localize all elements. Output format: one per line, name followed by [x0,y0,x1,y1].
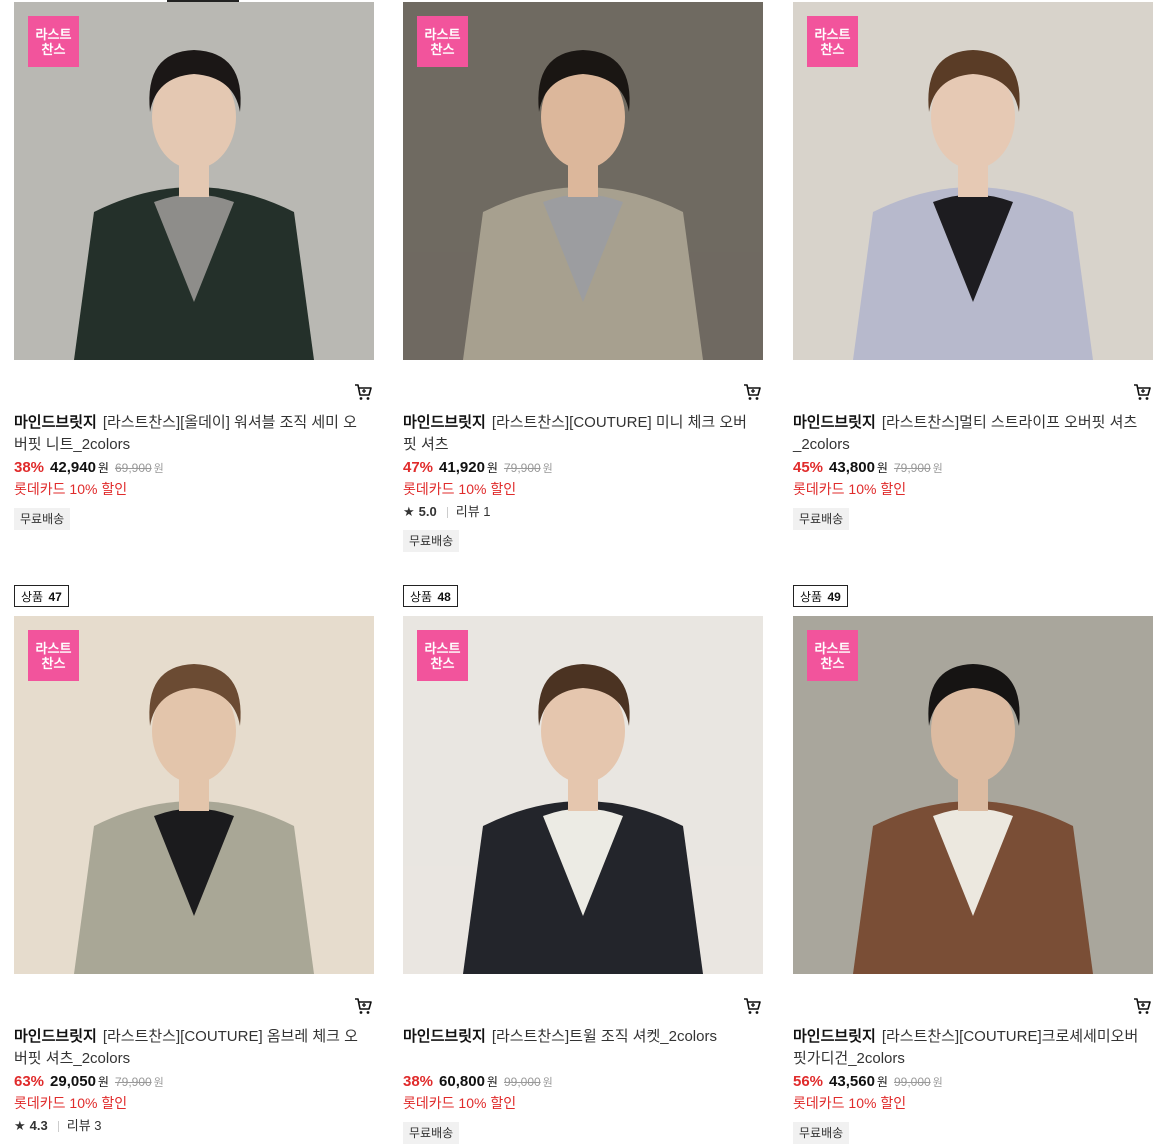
free-shipping-tag: 무료배송 [793,508,850,530]
last-chance-badge: 라스트 찬스 [417,16,468,67]
brand-name[interactable]: 마인드브릿지 [793,1028,876,1045]
star-icon: ★ [403,504,415,519]
rating-row: ★ 5.0 리뷰 1 [403,504,491,519]
review-count: 리뷰 3 [66,1118,102,1133]
card-discount-promo: 롯데카드 10% 할인 [403,1095,517,1111]
product-title[interactable]: 마인드브릿지 [라스트찬스][COUTURE] 미니 체크 오버핏 셔츠 [403,412,755,456]
cart-icon[interactable] [743,383,761,401]
sale-price: 43,800 [829,459,875,476]
discount-rate: 47% [403,459,434,476]
original-price: 69,900 [114,461,152,475]
cart-icon[interactable] [354,997,372,1015]
original-price: 79,900 [893,461,931,475]
price-row: 56% 43,560 원 99,000 원 [793,1073,943,1090]
brand-name[interactable]: 마인드브릿지 [403,1028,486,1045]
last-chance-badge: 라스트 찬스 [28,16,79,67]
price-row: 45% 43,800 원 79,900 원 [793,459,943,476]
sale-price: 60,800 [439,1073,485,1090]
price-row: 47% 41,920 원 79,900 원 [403,459,553,476]
discount-rate: 45% [793,459,824,476]
card-discount-promo: 롯데카드 10% 할인 [793,481,907,497]
product-image[interactable]: 라스트 찬스 [793,2,1153,360]
product-image[interactable]: 라스트 찬스 [403,616,763,974]
product-image[interactable]: 라스트 찬스 [403,2,763,360]
cart-icon[interactable] [743,997,761,1015]
discount-rate: 56% [793,1073,824,1090]
brand-name[interactable]: 마인드브릿지 [14,414,97,431]
product-name[interactable]: [라스트찬스]트윌 조직 셔켓_2colors [492,1028,717,1045]
last-chance-badge: 라스트 찬스 [807,16,858,67]
price-row: 38% 42,940 원 69,900 원 [14,459,164,476]
free-shipping-tag: 무료배송 [793,1122,850,1144]
original-price: 79,900 [114,1075,152,1089]
card-discount-promo: 롯데카드 10% 할인 [793,1095,907,1111]
discount-rate: 63% [14,1073,45,1090]
product-image[interactable]: 라스트 찬스 [14,2,374,360]
free-shipping-tag: 무료배송 [403,1122,460,1144]
discount-rate: 38% [403,1073,434,1090]
sale-price: 43,560 [829,1073,875,1090]
sale-price: 29,050 [50,1073,96,1090]
rating-row: ★ 4.3 리뷰 3 [14,1118,102,1133]
product-title[interactable]: 마인드브릿지 [라스트찬스][COUTURE] 옴브레 체크 오버핏 셔츠_2co… [14,1026,366,1070]
brand-name[interactable]: 마인드브릿지 [403,414,486,431]
product-title[interactable]: 마인드브릿지 [라스트찬스][올데이] 워셔블 조직 세미 오버핏 니트_2col… [14,412,366,456]
price-row: 63% 29,050 원 79,900 원 [14,1073,164,1090]
brand-name[interactable]: 마인드브릿지 [14,1028,97,1045]
original-price: 79,900 [503,461,541,475]
cart-icon[interactable] [1133,383,1151,401]
discount-rate: 38% [14,459,45,476]
review-count: 리뷰 1 [455,504,491,519]
product-title[interactable]: 마인드브릿지 [라스트찬스]멀티 스트라이프 오버핏 셔츠_2colors [793,412,1145,456]
product-image[interactable]: 라스트 찬스 [14,616,374,974]
sale-price: 41,920 [439,459,485,476]
product-title[interactable]: 마인드브릿지 [라스트찬스][COUTURE]크로셰세미오버핏가디건_2color… [793,1026,1145,1070]
card-discount-promo: 롯데카드 10% 할인 [403,481,517,497]
free-shipping-tag: 무료배송 [403,530,460,552]
original-price: 99,000 [503,1075,541,1089]
brand-name[interactable]: 마인드브릿지 [793,414,876,431]
free-shipping-tag: 무료배송 [14,508,71,530]
sale-price: 42,940 [50,459,96,476]
card-discount-promo: 롯데카드 10% 할인 [14,1095,128,1111]
original-price: 99,000 [893,1075,931,1089]
product-image[interactable]: 라스트 찬스 [793,616,1153,974]
rank-tag: 상품 48 [403,585,458,607]
star-icon: ★ [14,1118,26,1133]
rank-tag: 상품 47 [14,585,69,607]
cart-icon[interactable] [1133,997,1151,1015]
last-chance-badge: 라스트 찬스 [28,630,79,681]
rank-tag: 상품 49 [793,585,848,607]
card-discount-promo: 롯데카드 10% 할인 [14,481,128,497]
price-row: 38% 60,800 원 99,000 원 [403,1073,553,1090]
product-title[interactable]: 마인드브릿지 [라스트찬스]트윌 조직 셔켓_2colors [403,1026,755,1048]
cart-icon[interactable] [354,383,372,401]
last-chance-badge: 라스트 찬스 [807,630,858,681]
last-chance-badge: 라스트 찬스 [417,630,468,681]
